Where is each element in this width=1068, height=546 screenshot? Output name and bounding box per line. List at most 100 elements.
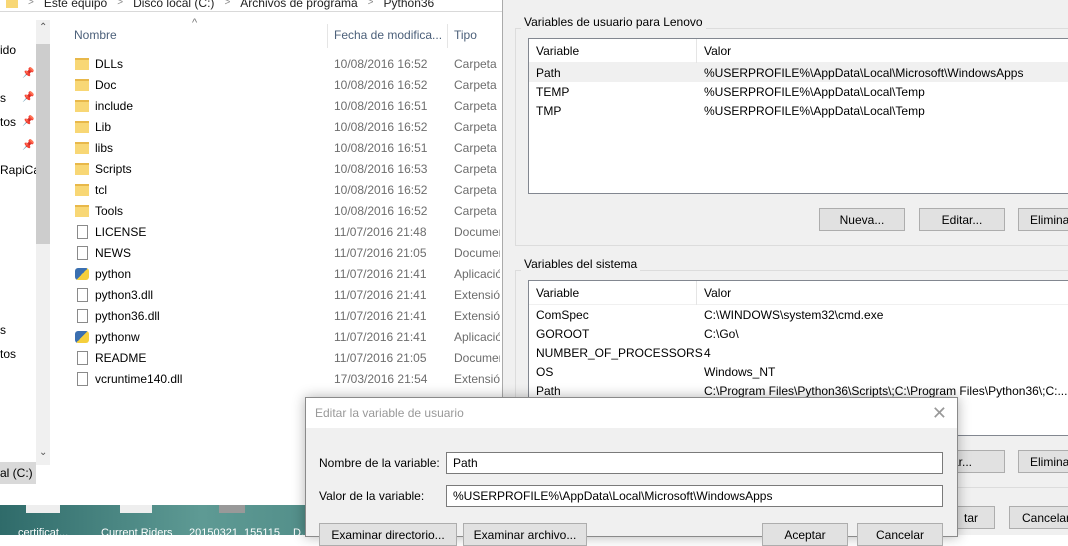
breadcrumb-item[interactable]: Python36 [384,0,435,10]
variable-row[interactable]: TMP %USERPROFILE%\AppData\Local\Temp [529,101,1068,120]
breadcrumb-item[interactable]: Este equipo [44,0,107,10]
file-date: 10/08/2016 16:52 [334,119,428,134]
nav-item[interactable]: tos [0,115,16,129]
file-row[interactable]: Lib 10/08/2016 16:52 Carpeta de archivos [70,116,500,137]
nav-item[interactable]: ido [0,43,16,57]
file-name: tcl [95,182,107,197]
file-date: 10/08/2016 16:53 [334,161,428,176]
close-icon[interactable]: ✕ [932,398,947,428]
nav-item[interactable]: RapiCa [0,163,40,177]
file-row[interactable]: Doc 10/08/2016 16:52 Carpeta de archivos [70,74,500,95]
file-row[interactable]: Tools 10/08/2016 16:52 Carpeta de archivos [70,200,500,221]
file-icon [77,371,88,386]
file-row[interactable]: python36.dll 11/07/2016 21:41 Extensión [70,305,500,326]
column-header-name[interactable]: Nombre [74,28,117,50]
desktop-icon-label[interactable]: certificat... [18,527,68,539]
variable-value: %USERPROFILE%\AppData\Local\Temp [704,84,925,99]
user-variables-list[interactable]: Variable Valor Path %USERPROFILE%\AppData… [528,38,1068,194]
desktop-icon[interactable] [26,505,60,513]
file-type: Documento [454,350,500,365]
file-row[interactable]: README 11/07/2016 21:05 Documento [70,347,500,368]
file-row[interactable]: python 11/07/2016 21:41 Aplicación [70,263,500,284]
scroll-up-icon[interactable]: ⌃ [39,22,47,33]
delete-user-variable-button[interactable]: Elimina [1018,208,1068,231]
chevron-right-icon: > [117,0,124,8]
file-name: NEWS [95,245,131,260]
file-row[interactable]: tcl 10/08/2016 16:52 Carpeta de archivos [70,179,500,200]
breadcrumb-item[interactable]: Archivos de programa [240,0,357,10]
file-date: 11/07/2016 21:41 [334,308,427,323]
variable-row[interactable]: NUMBER_OF_PROCESSORS 4 [529,343,1068,362]
folder-icon [75,57,89,70]
folder-icon [75,141,89,154]
variable-name: TMP [536,103,562,118]
column-header-date[interactable]: Fecha de modifica... [334,28,442,50]
file-row[interactable]: python3.dll 11/07/2016 21:41 Extensión [70,284,500,305]
nav-item[interactable]: s [0,91,6,105]
file-row[interactable]: include 10/08/2016 16:51 Carpeta de archiv… [70,95,500,116]
variable-value: C:\WINDOWS\system32\cmd.exe [704,307,884,322]
file-row[interactable]: LICENSE 11/07/2016 21:48 Documento [70,221,500,242]
column-header-type[interactable]: Tipo [454,28,477,50]
desktop-icon[interactable] [219,505,245,513]
file-icon [77,245,88,260]
column-divider[interactable] [447,24,448,48]
nav-item[interactable]: s [0,323,6,337]
variable-value-input[interactable]: %USERPROFILE%\AppData\Local\Microsoft\Wi… [446,485,943,507]
scroll-down-icon[interactable]: ⌄ [39,447,47,458]
file-row[interactable]: vcruntime140.dll 17/03/2016 21:54 Extensió… [70,368,500,389]
file-date: 11/07/2016 21:41 [334,266,427,281]
variable-row[interactable]: Path %USERPROFILE%\AppData\Local\Microsof… [529,63,1068,82]
nav-item[interactable]: tos [0,347,16,361]
variable-name: GOROOT [536,326,590,341]
variable-name-input[interactable]: Path [446,452,943,474]
variable-row[interactable]: OS Windows_NT [529,362,1068,381]
file-type: Carpeta de archivos [454,77,500,92]
cancel-button[interactable]: Cancelar [1009,506,1068,529]
file-type: Documento [454,245,500,260]
file-type: Carpeta de archivos [454,161,500,176]
edit-user-variable-button[interactable]: Editar... [919,208,1005,231]
chevron-right-icon: > [28,0,34,8]
file-row[interactable]: libs 10/08/2016 16:51 Carpeta de archivos [70,137,500,158]
file-row[interactable]: DLLs 10/08/2016 16:52 Carpeta de archivos [70,53,500,74]
file-type: Carpeta de archivos [454,203,500,218]
dialog-title: Editar la variable de usuario [306,398,957,428]
nav-item-selected[interactable]: al (C:) [0,462,36,484]
column-header-value[interactable]: Valor [697,44,731,58]
pin-icon: 📌 [22,140,35,151]
scrollbar-thumb[interactable] [36,44,50,244]
file-name: Doc [95,77,117,92]
variable-row[interactable]: GOROOT C:\Go\ [529,324,1068,343]
file-type: Aplicación [454,329,500,344]
pin-icon: 📌 [22,68,35,79]
file-name: README [95,350,147,365]
desktop-icon-label[interactable]: 20150321_155115 [189,527,280,539]
breadcrumb[interactable]: > Este equipo > Disco local (C:) > Archi… [0,0,502,12]
edit-user-variable-dialog: Editar la variable de usuario ✕ Nombre d… [305,397,958,546]
new-user-variable-button[interactable]: Nueva... [819,208,905,231]
file-icon [77,308,88,323]
column-divider[interactable] [327,24,328,48]
variable-row[interactable]: TEMP %USERPROFILE%\AppData\Local\Temp [529,82,1068,101]
desktop-icon-label[interactable]: Current Riders [101,527,173,539]
desktop-icon[interactable] [120,505,152,513]
file-name: vcruntime140.dll [95,371,183,386]
file-row[interactable]: NEWS 11/07/2016 21:05 Documento [70,242,500,263]
file-type: Carpeta de archivos [454,182,500,197]
column-header-variable[interactable]: Variable [529,280,697,305]
breadcrumb-item[interactable]: Disco local (C:) [133,0,214,10]
column-header-value[interactable]: Valor [697,286,731,300]
file-icon [77,350,88,365]
file-date: 10/08/2016 16:52 [334,203,428,218]
delete-system-variable-button[interactable]: Elimina [1018,450,1068,473]
file-row[interactable]: Scripts 10/08/2016 16:53 Carpeta de archiv… [70,158,500,179]
column-header-variable[interactable]: Variable [529,38,697,63]
file-name: python3.dll [95,287,154,302]
file-icon [77,224,88,239]
variable-name: NUMBER_OF_PROCESSORS [536,345,703,360]
file-date: 11/07/2016 21:05 [334,350,427,365]
variable-row[interactable]: ComSpec C:\WINDOWS\system32\cmd.exe [529,305,1068,324]
file-row[interactable]: pythonw 11/07/2016 21:41 Aplicación [70,326,500,347]
file-type: Carpeta de archivos [454,98,500,113]
